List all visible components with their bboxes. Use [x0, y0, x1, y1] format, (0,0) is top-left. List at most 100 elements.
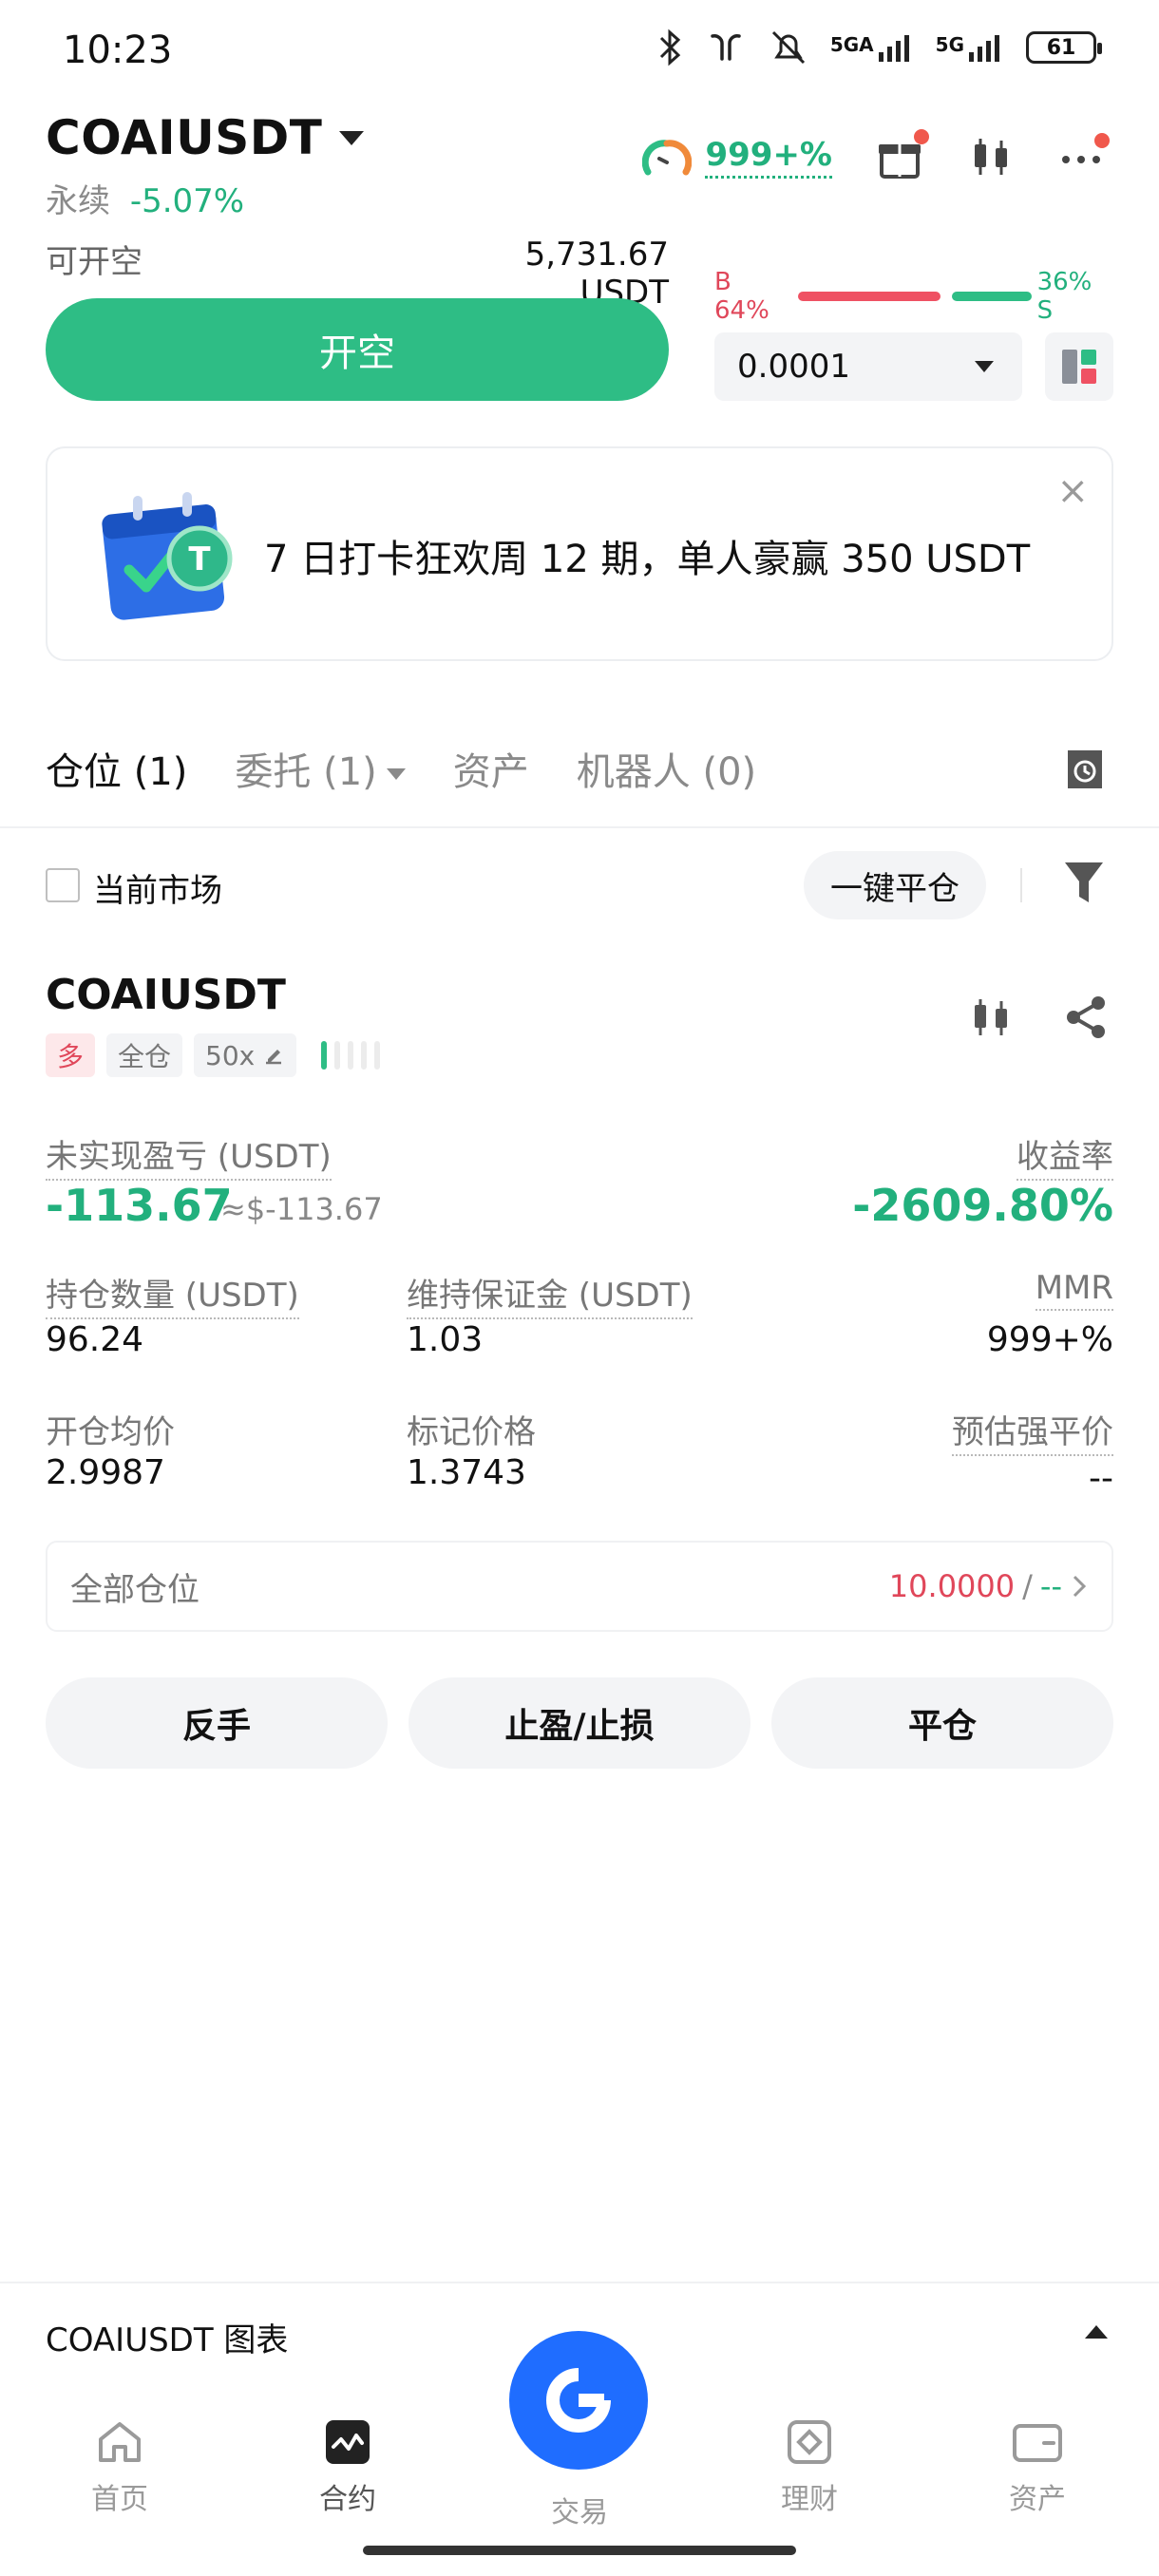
tab-assets[interactable]: 资产: [453, 741, 529, 796]
bottom-nav: 首页 合约 交易 理财 资产: [0, 2331, 1159, 2576]
position-size-value: 96.24: [46, 1320, 144, 1359]
nav-home-label: 首页: [91, 2483, 148, 2516]
precision-value: 0.0001: [737, 348, 850, 386]
tab-divider: [0, 826, 1159, 828]
gauge-icon: [642, 140, 693, 176]
candlestick-icon[interactable]: [967, 133, 1015, 180]
long-short-ratio: B 64% 36% S: [714, 268, 1113, 325]
gift-button[interactable]: [876, 129, 929, 180]
tpsl-button[interactable]: 止盈/止损: [408, 1677, 750, 1769]
contract-type: 永续: [46, 182, 110, 220]
risk-level-bar: [361, 1041, 368, 1070]
all-positions-value: 10.0000 / --: [889, 1568, 1089, 1604]
entry-price-value: 2.9987: [46, 1453, 165, 1492]
history-icon[interactable]: [1064, 747, 1106, 792]
nav-contract[interactable]: 合约: [272, 2418, 424, 2517]
position-tags: 多 全仓 50x: [46, 1033, 381, 1077]
risk-level-bar: [334, 1041, 341, 1070]
available-label: 可开空: [46, 243, 142, 281]
contract-icon: [326, 2420, 370, 2464]
signal-bars-icon: [878, 35, 909, 62]
home-icon: [99, 2422, 141, 2462]
position-size-label: 持仓数量 (USDT): [46, 1269, 299, 1319]
mmr-value: 999+%: [986, 1320, 1113, 1359]
current-market-label: 当前市场: [93, 872, 222, 910]
layout-toggle-button[interactable]: [1045, 332, 1113, 401]
unrealized-pnl-approx: ≈$-113.67: [220, 1191, 383, 1227]
liquidation-price-label: 预估强平价: [952, 1406, 1113, 1456]
symbol-selector[interactable]: COAIUSDT: [46, 110, 365, 165]
header-actions: 999+%: [642, 129, 1110, 180]
maintenance-margin-value: 1.03: [407, 1320, 484, 1359]
position-tabs: 仓位 (1) 委托 (1) 资产 机器人 (0): [46, 741, 756, 796]
chart-label: COAIUSDT 图表: [46, 2321, 289, 2359]
nav-trade-label: 交易: [551, 2496, 608, 2529]
margin-mode-tag: 全仓: [106, 1033, 183, 1077]
open-short-button[interactable]: 开空: [46, 298, 669, 401]
signal-bars-icon: [969, 35, 999, 62]
all-positions-sep: /: [1022, 1568, 1033, 1604]
more-badge: [1094, 133, 1110, 148]
chevron-down-icon: [386, 768, 406, 780]
close-icon[interactable]: ×: [1056, 469, 1089, 513]
earbuds-icon: [711, 34, 741, 61]
risk-level-bar: [374, 1041, 381, 1070]
close-position-button[interactable]: 平仓: [771, 1677, 1113, 1769]
risk-level-bars: [321, 1041, 381, 1070]
gauge-value: 999+%: [705, 136, 832, 179]
signal-5ga: 5GA: [830, 33, 915, 62]
status-time: 10:23: [63, 28, 173, 72]
symbol-title: COAIUSDT: [46, 110, 323, 165]
calendar-usdt-icon: T: [102, 492, 233, 620]
close-all-button[interactable]: 一键平仓: [804, 851, 986, 919]
tab-orders[interactable]: 委托 (1): [235, 741, 406, 796]
nav-trade[interactable]: 交易: [504, 2489, 656, 2530]
tab-positions[interactable]: 仓位 (1): [46, 741, 187, 796]
precision-select[interactable]: 0.0001: [714, 332, 1022, 401]
mark-price-label: 标记价格: [407, 1413, 536, 1451]
nav-assets[interactable]: 资产: [961, 2418, 1113, 2517]
divider: [1020, 868, 1022, 902]
layout-icon: [1062, 350, 1096, 384]
banner-text: 7 日打卡狂欢周 12 期，单人豪赢 350 USDT: [264, 538, 1031, 581]
gift-badge: [914, 129, 929, 144]
earn-icon: [788, 2420, 831, 2464]
mark-price-value: 1.3743: [407, 1453, 526, 1492]
network-type-1: 5GA: [829, 33, 874, 56]
entry-price-label: 开仓均价: [46, 1413, 175, 1451]
nav-assets-label: 资产: [1009, 2483, 1066, 2516]
network-type-2: 5G: [935, 33, 964, 56]
ratio-sell-bar: [951, 292, 1032, 301]
nav-trade-button[interactable]: [509, 2331, 648, 2470]
risk-gauge[interactable]: 999+%: [642, 136, 832, 179]
roi-label: 收益率: [1016, 1130, 1113, 1181]
all-positions-red: 10.0000: [888, 1568, 1016, 1604]
reverse-button[interactable]: 反手: [46, 1677, 388, 1769]
leverage-tag[interactable]: 50x: [194, 1033, 297, 1077]
svg-text:T: T: [188, 540, 211, 578]
trade-logo-icon: [546, 2368, 611, 2433]
signal-5g: 5G: [936, 33, 1005, 62]
price-change: -5.07%: [129, 182, 245, 220]
candlestick-icon[interactable]: [967, 994, 1015, 1041]
filter-icon[interactable]: [1062, 859, 1106, 906]
tab-bots[interactable]: 机器人 (0): [577, 741, 756, 796]
leverage-value: 50x: [205, 1039, 256, 1071]
ratio-sell-label: 36% S: [1036, 268, 1092, 325]
bluetooth-icon: [659, 28, 681, 66]
nav-earn[interactable]: 理财: [733, 2418, 885, 2517]
more-button[interactable]: [1058, 133, 1110, 180]
all-positions-green: --: [1039, 1568, 1062, 1604]
ratio-buy-label: B 64%: [714, 268, 770, 325]
current-market-checkbox[interactable]: [46, 868, 80, 902]
roi-value: -2609.80%: [852, 1180, 1113, 1231]
position-symbol: COAIUSDT: [46, 971, 286, 1019]
battery-icon: 61: [1026, 31, 1102, 64]
all-positions-row[interactable]: 全部仓位 10.0000 / --: [46, 1541, 1113, 1632]
nav-home[interactable]: 首页: [44, 2418, 196, 2517]
chevron-right-icon: [1073, 1575, 1087, 1598]
promo-banner[interactable]: T 7 日打卡狂欢周 12 期，单人豪赢 350 USDT ×: [46, 446, 1113, 661]
chevron-down-icon: [339, 130, 365, 145]
chevron-up-icon: [1085, 2325, 1108, 2339]
share-icon[interactable]: [1062, 994, 1110, 1041]
